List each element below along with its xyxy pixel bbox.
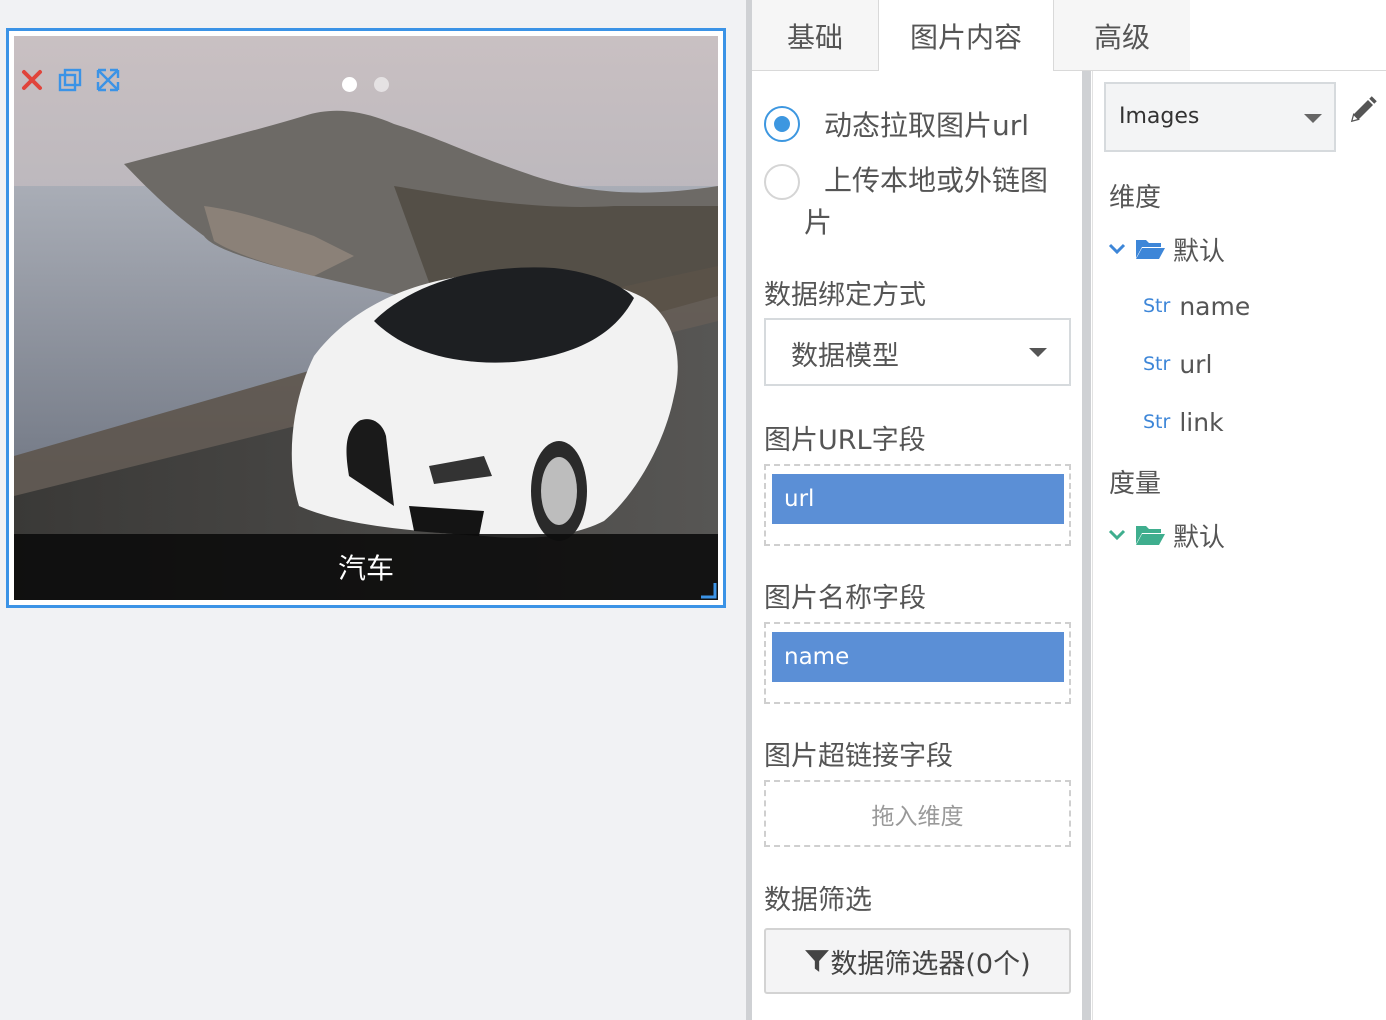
measure-folder[interactable]: 默认: [1107, 515, 1225, 555]
tab-advanced[interactable]: 高级: [1054, 0, 1190, 71]
expand-icon[interactable]: [96, 68, 120, 92]
name-field-label: 图片名称字段: [764, 583, 926, 614]
config-tabs: 基础 图片内容 高级: [752, 0, 1386, 71]
dimension-field-link[interactable]: Str link: [1143, 402, 1224, 442]
dimension-title: 维度: [1109, 183, 1162, 213]
dataset-fields-panel: Images 维度 默认 Str name Str url Str link 度…: [1092, 71, 1386, 1020]
dimension-field-name[interactable]: Str name: [1143, 286, 1250, 326]
radio-upload-image-label[interactable]: 上传本地或外链图片: [804, 160, 1072, 244]
image-caption-bar: 汽车: [14, 534, 718, 600]
car-photo: [14, 36, 718, 600]
radio-dynamic-url[interactable]: [764, 106, 800, 142]
tab-advanced-label: 高级: [1093, 20, 1150, 54]
field-type-badge: Str: [1143, 295, 1171, 317]
name-field-chip[interactable]: name: [772, 632, 1064, 682]
config-panel: 基础 图片内容 高级 动态拉取图片url 上传本地或外链图片 数据绑定方式 数据…: [752, 0, 1386, 1020]
image-caption: 汽车: [337, 552, 394, 585]
field-name: link: [1179, 407, 1224, 437]
data-filter-label: 数据筛选: [764, 885, 872, 916]
url-field-chip[interactable]: url: [772, 474, 1064, 524]
field-type-badge: Str: [1143, 353, 1171, 375]
folder-open-icon: [1136, 240, 1165, 259]
image-carousel-widget[interactable]: 汽车: [6, 28, 726, 608]
data-filter-button[interactable]: 数据筛选器(0个): [764, 928, 1071, 994]
field-name: name: [1179, 291, 1251, 321]
close-icon[interactable]: [20, 68, 44, 92]
field-type-badge: Str: [1143, 411, 1171, 433]
field-name: url: [1179, 349, 1213, 379]
binding-method-label: 数据绑定方式: [764, 280, 926, 311]
carousel-dot-2[interactable]: [374, 77, 389, 92]
dimension-folder[interactable]: 默认: [1107, 229, 1225, 269]
radio-upload-image[interactable]: [764, 164, 800, 200]
folder-open-icon: [1136, 526, 1165, 545]
name-field-dropzone[interactable]: name: [764, 622, 1071, 704]
resize-handle-icon[interactable]: [699, 581, 717, 599]
dimension-folder-label: 默认: [1173, 236, 1226, 267]
url-field-label: 图片URL字段: [764, 425, 926, 456]
copy-icon[interactable]: [58, 68, 82, 92]
measure-folder-label: 默认: [1173, 522, 1226, 553]
link-field-label: 图片超链接字段: [764, 741, 953, 772]
carousel-slide-image[interactable]: 汽车: [14, 36, 718, 600]
data-filter-button-label: 数据筛选器(0个): [830, 948, 1031, 980]
tab-image-content-label: 图片内容: [909, 20, 1022, 54]
chevron-down-icon: [1304, 114, 1322, 123]
binding-method-select[interactable]: 数据模型: [764, 318, 1071, 386]
link-field-placeholder: 拖入维度: [871, 803, 964, 830]
chevron-down-icon: [1108, 529, 1126, 541]
url-field-dropzone[interactable]: url: [764, 464, 1071, 546]
edit-pencil-icon[interactable]: [1348, 95, 1382, 129]
tab-image-content[interactable]: 图片内容: [878, 0, 1054, 71]
chevron-down-icon: [1029, 348, 1047, 357]
dataset-select[interactable]: Images: [1104, 82, 1336, 152]
tab-basic[interactable]: 基础: [752, 0, 878, 71]
dataset-name: Images: [1119, 104, 1200, 129]
carousel-dot-1[interactable]: [342, 77, 357, 92]
dimension-field-url[interactable]: Str url: [1143, 344, 1212, 384]
image-content-form: 动态拉取图片url 上传本地或外链图片 数据绑定方式 数据模型 图片URL字段 …: [752, 71, 1082, 1020]
tab-basic-label: 基础: [786, 20, 843, 54]
chevron-down-icon: [1108, 243, 1126, 255]
link-field-dropzone[interactable]: 拖入维度: [764, 780, 1071, 847]
filter-icon: [805, 950, 830, 972]
radio-dynamic-url-label[interactable]: 动态拉取图片url: [824, 105, 1029, 147]
report-canvas: 汽车: [0, 0, 746, 1020]
column-divider[interactable]: [1082, 71, 1091, 1020]
binding-method-value: 数据模型: [791, 341, 899, 372]
measure-title: 度量: [1109, 469, 1162, 499]
